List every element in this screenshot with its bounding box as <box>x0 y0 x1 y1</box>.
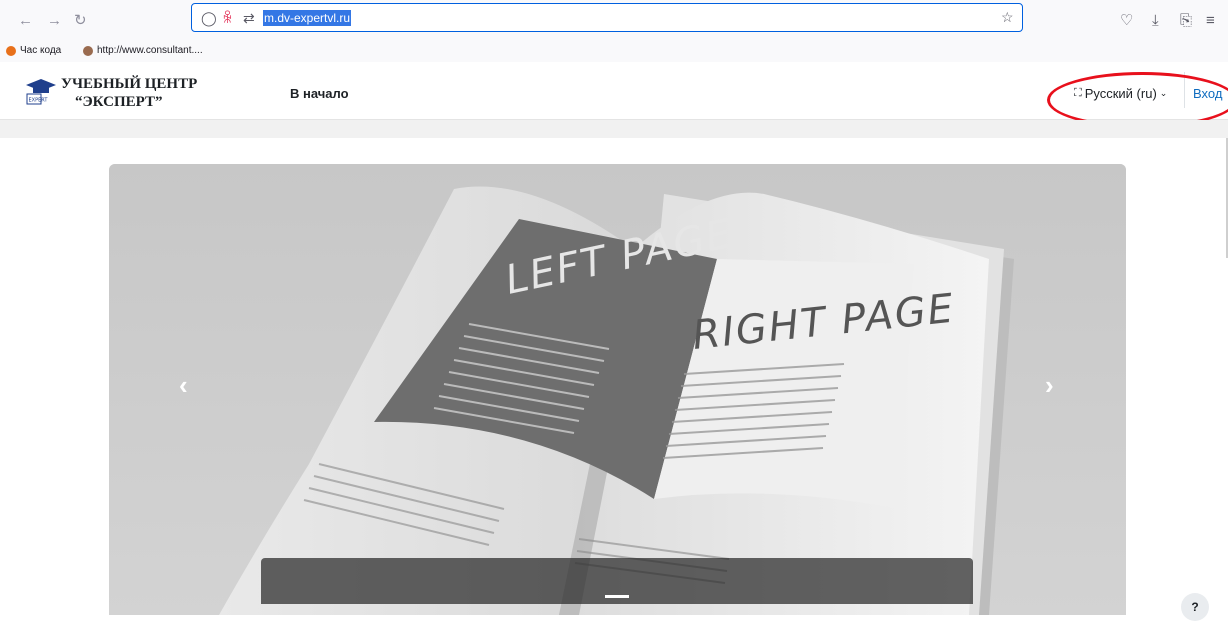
bookmark-item[interactable]: Час кода <box>6 45 61 56</box>
pocket-icon[interactable]: ♡ <box>1120 13 1133 29</box>
header-shadow-band <box>0 120 1228 138</box>
carousel-prev-chevron-left-icon[interactable]: ‹ <box>179 372 188 398</box>
logo-title-line1[interactable]: УЧЕБНЫЙ ЦЕНТР <box>61 76 197 93</box>
bookmark-star-icon[interactable]: ☆ <box>1001 9 1014 25</box>
bookmark-favicon-icon <box>83 45 93 56</box>
forward-icon[interactable]: → <box>47 13 62 28</box>
site-header: EXPERT УЧЕБНЫЙ ЦЕНТР “ЭКСПЕРТ” В начало … <box>0 62 1228 120</box>
bookmark-item[interactable]: http://www.consultant.... <box>83 45 203 56</box>
download-icon[interactable]: ⤓ <box>1152 13 1159 29</box>
nav-home-link[interactable]: В начало <box>290 86 349 101</box>
logo-badge-text: EXPERT <box>29 98 49 104</box>
carousel-next-chevron-right-icon[interactable]: › <box>1045 372 1054 398</box>
chevron-down-icon: ⌄ <box>1159 88 1168 98</box>
reload-icon[interactable]: ↻ <box>74 13 87 28</box>
graduation-cap-logo-icon[interactable]: EXPERT <box>24 77 58 105</box>
connection-icon[interactable]: ⇄ <box>243 10 255 26</box>
image-carousel[interactable]: LEFT PAGE RIGHT PAGE ‹ › <box>109 164 1126 615</box>
bookmark-favicon-icon <box>6 45 16 56</box>
browser-toolbar: ← → ↻ ◯ ꆜ ⇄ m.dv-expertvl.ru ☆ ♡ ⤓ ⎘ ≡ <box>0 0 1228 42</box>
permissions-icon[interactable]: ꆜ <box>222 10 233 26</box>
bookmark-label: Час кода <box>20 45 62 56</box>
language-selector[interactable]: ⛶ Русский (ru) ⌄ <box>1074 86 1167 101</box>
logo-title-line2[interactable]: “ЭКСПЕРТ” <box>75 94 163 111</box>
shield-icon[interactable]: ◯ <box>201 10 217 26</box>
carousel-indicator[interactable] <box>605 595 629 598</box>
help-button[interactable]: ? <box>1181 593 1209 621</box>
address-bar[interactable]: ◯ ꆜ ⇄ m.dv-expertvl.ru ☆ <box>191 3 1023 32</box>
login-link[interactable]: Вход <box>1193 86 1222 101</box>
bookmarks-bar: Час кода http://www.consultant.... <box>0 42 1228 62</box>
bookmark-label: http://www.consultant.... <box>97 45 203 56</box>
menu-icon[interactable]: ≡ <box>1206 13 1215 29</box>
url-text[interactable]: m.dv-expertvl.ru <box>263 10 352 26</box>
open-book-image: LEFT PAGE RIGHT PAGE <box>109 164 1126 615</box>
language-label: Русский (ru) <box>1084 86 1157 101</box>
language-icon: ⛶ <box>1074 87 1082 99</box>
back-icon[interactable]: ← <box>18 13 33 28</box>
header-divider <box>1184 72 1185 108</box>
extensions-icon[interactable]: ⎘ <box>1180 13 1192 29</box>
